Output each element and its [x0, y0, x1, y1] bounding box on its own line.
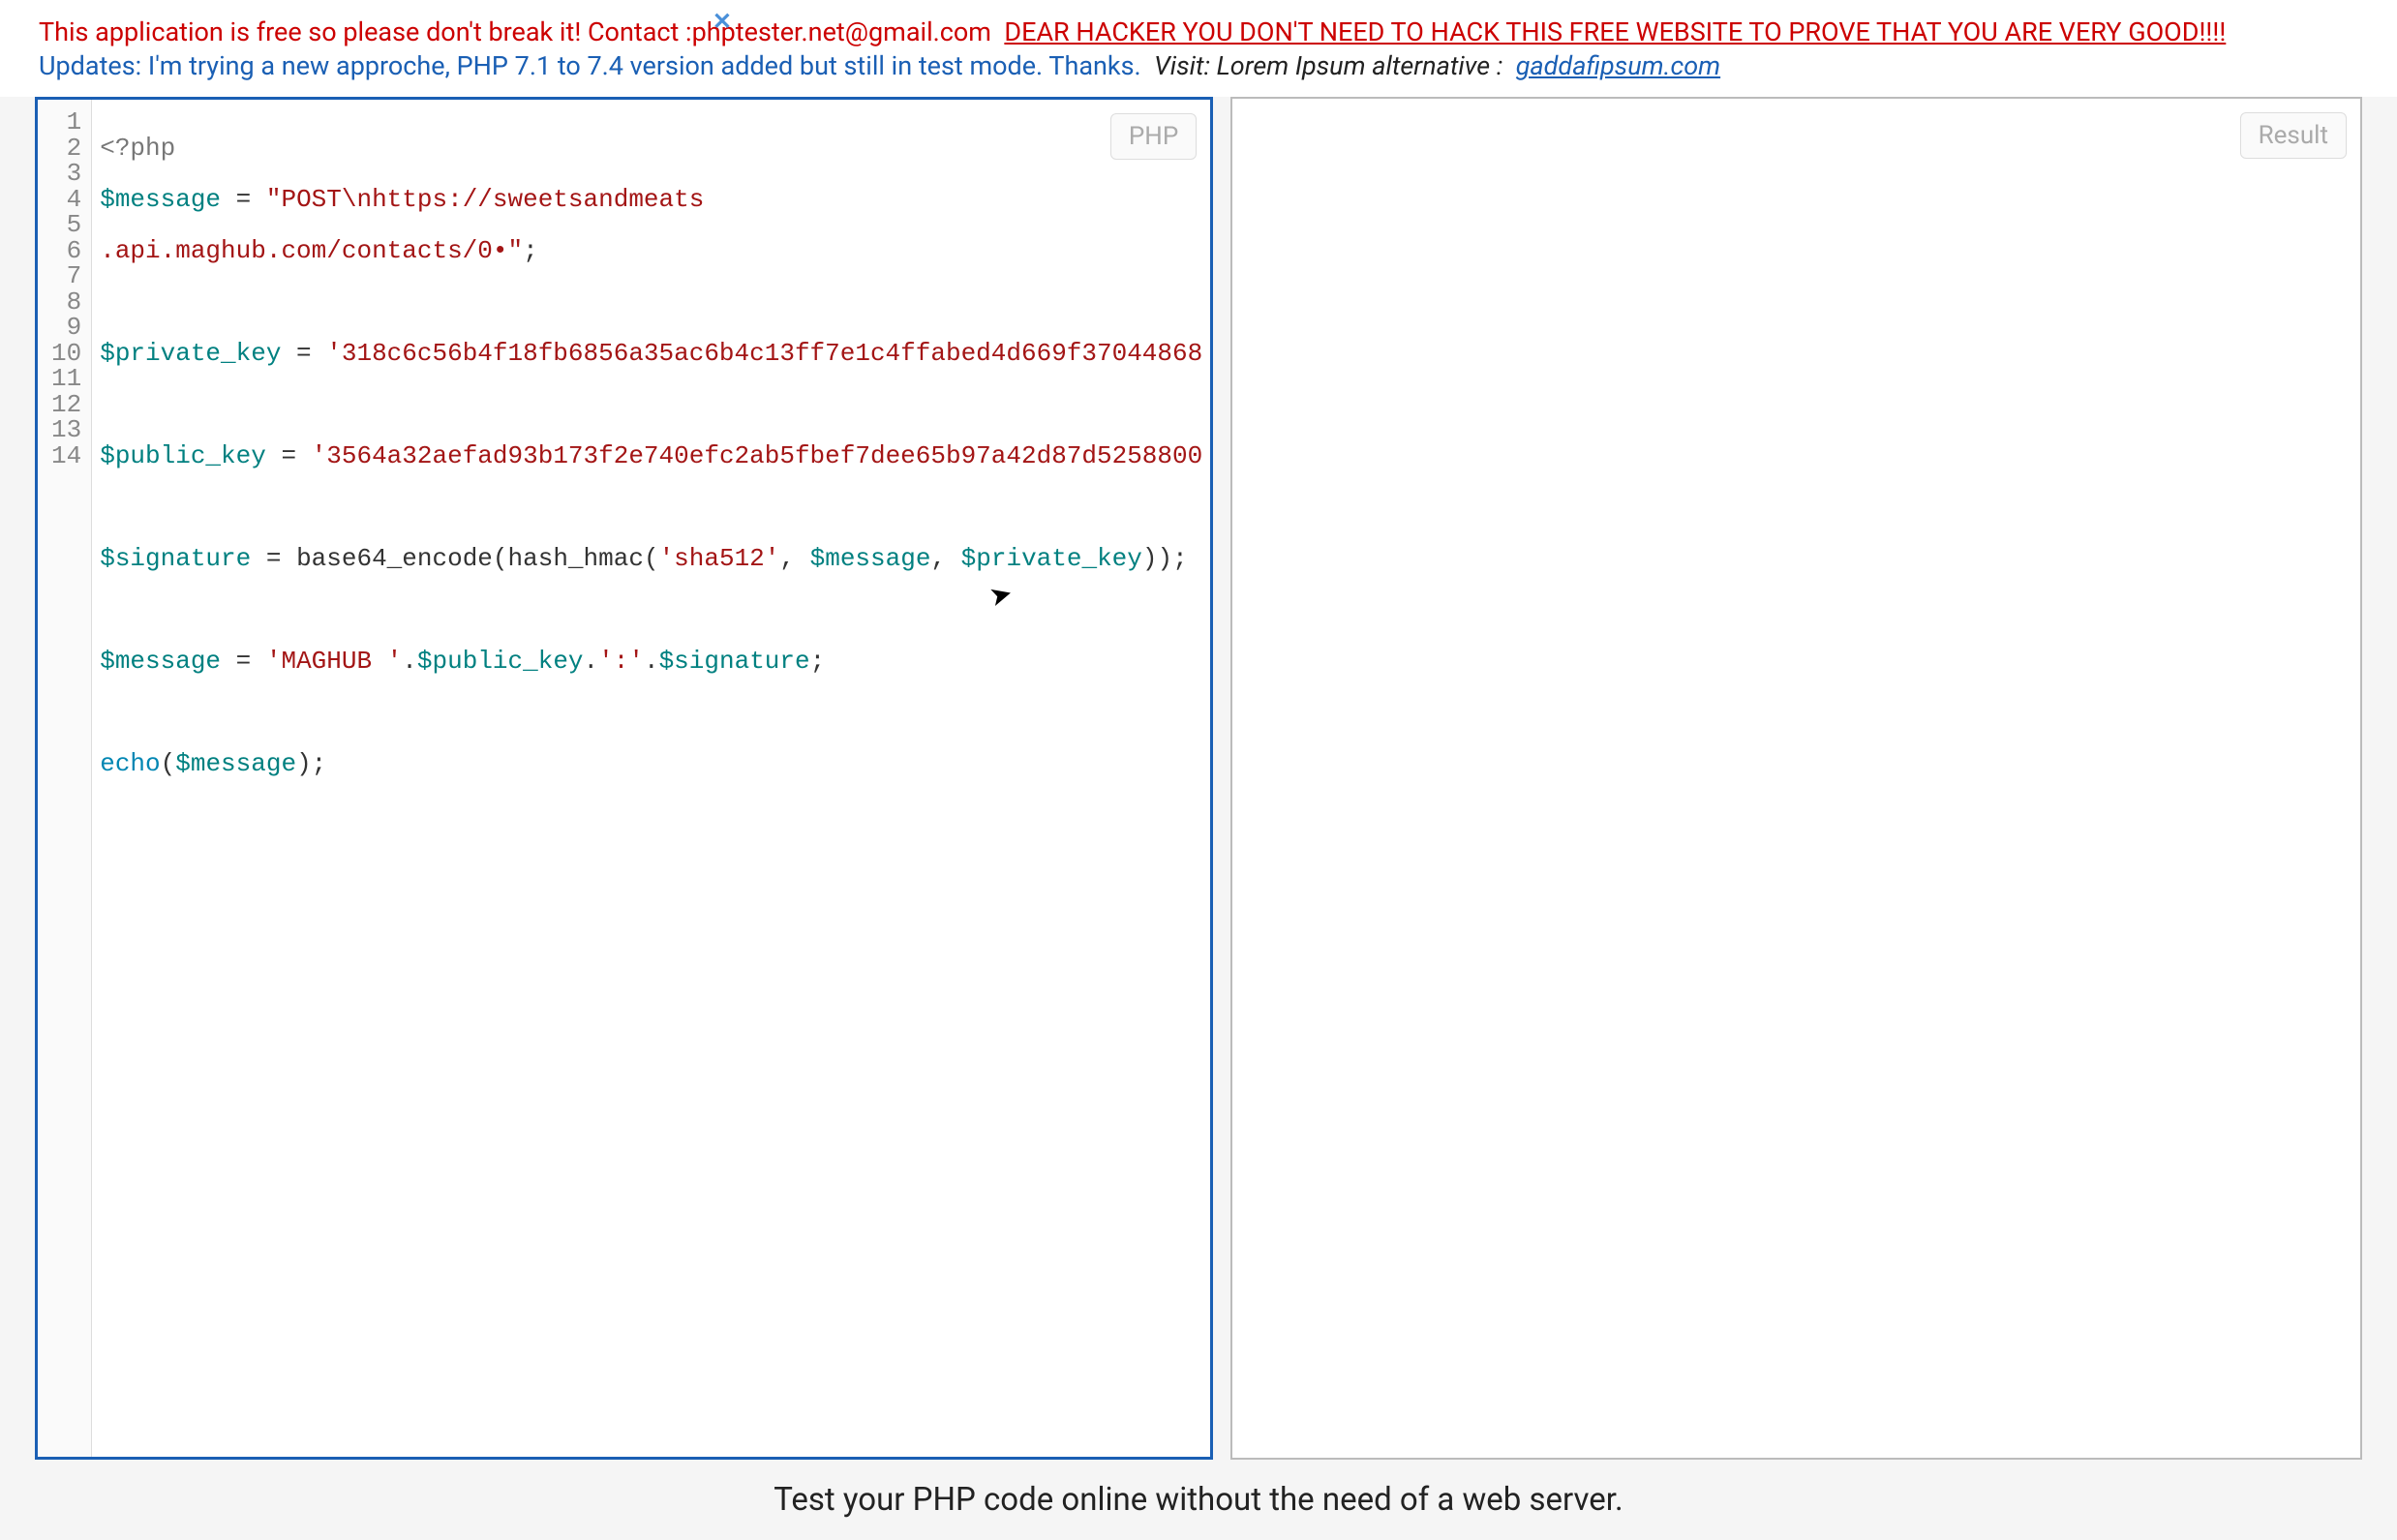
- banner-gaddafi-link[interactable]: gaddafipsum.com: [1516, 50, 1720, 81]
- code-panel[interactable]: PHP 1234567891011121314 <?php $message =…: [35, 97, 1213, 1460]
- banner-visit: Visit: Lorem Ipsum alternative :: [1154, 50, 1502, 81]
- result-label: Result: [2240, 112, 2347, 159]
- banner-email[interactable]: phptester.net@gmail.com: [692, 16, 991, 47]
- banner-updates: Updates: I'm trying a new approche, PHP …: [39, 50, 1141, 81]
- banner: This application is free so please don't…: [0, 8, 2397, 97]
- code-content[interactable]: <?php $message = "POST\nhttps://sweetsan…: [92, 100, 1210, 1457]
- close-icon[interactable]: ✕: [713, 8, 732, 35]
- banner-hacker-link[interactable]: DEAR HACKER YOU DON'T NEED TO HACK THIS …: [1004, 16, 2226, 47]
- code-editor[interactable]: 1234567891011121314 <?php $message = "PO…: [38, 100, 1210, 1457]
- php-label: PHP: [1110, 113, 1197, 160]
- footer-text: Test your PHP code online without the ne…: [0, 1460, 2397, 1540]
- top-bar: ✕: [0, 0, 2397, 8]
- line-gutter: 1234567891011121314: [38, 100, 92, 1457]
- banner-text: This application is free so please don't…: [39, 16, 692, 47]
- result-panel: Result: [1230, 97, 2362, 1460]
- panels: PHP 1234567891011121314 <?php $message =…: [0, 97, 2397, 1460]
